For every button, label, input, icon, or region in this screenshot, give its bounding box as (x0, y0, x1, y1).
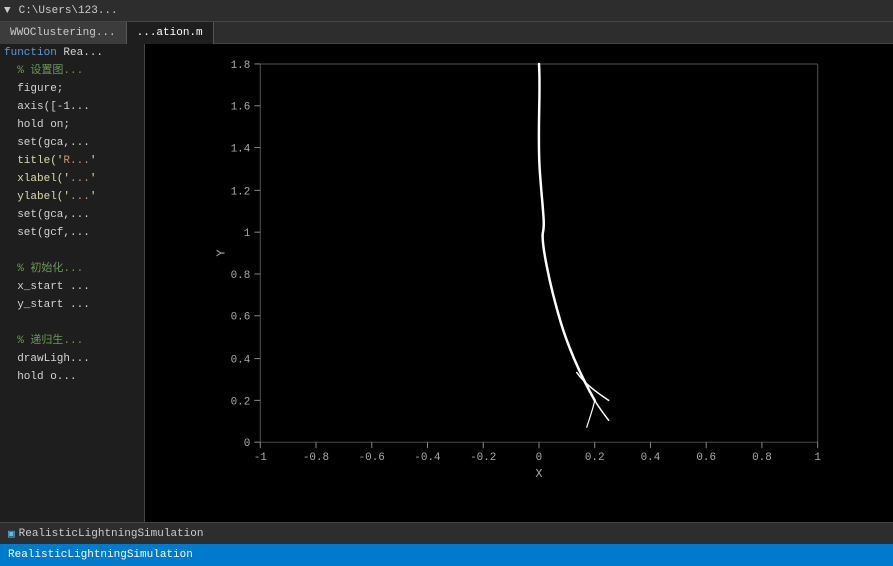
code-line-11: % 初始化... (0, 260, 144, 278)
svg-text:-0.6: -0.6 (359, 452, 385, 464)
svg-text:0.2: 0.2 (585, 452, 605, 464)
function-bar-label: ▣ (8, 527, 15, 541)
svg-text:0.8: 0.8 (231, 270, 251, 282)
main-area: function Rea... % 设置图... figure; axis([-… (0, 44, 893, 522)
svg-text:X: X (535, 467, 542, 481)
menu-icon[interactable]: ▼ (4, 5, 11, 17)
function-bar-text: RealisticLightningSimulation (19, 528, 204, 540)
svg-text:1.4: 1.4 (231, 144, 251, 156)
plot-panel: -1 -0.8 -0.6 -0.4 -0.2 0 0.2 0.4 0.6 0.8… (145, 44, 893, 522)
svg-text:-0.4: -0.4 (414, 452, 441, 464)
svg-text:1.2: 1.2 (231, 186, 251, 198)
svg-text:0.8: 0.8 (752, 452, 772, 464)
code-line-16: hold o... (0, 368, 144, 386)
svg-text:0.2: 0.2 (231, 396, 251, 408)
code-line-3: axis([-1... (0, 98, 144, 116)
code-line-blank2 (0, 314, 144, 332)
tab-animation[interactable]: ...ation.m (127, 22, 214, 44)
code-line-1: % 设置图... (0, 62, 144, 80)
tab-wwoclustering[interactable]: WWOClustering... (0, 22, 127, 44)
code-line-5: set(gca,... (0, 134, 144, 152)
svg-text:0: 0 (244, 438, 251, 450)
code-line-6: title('R...' (0, 152, 144, 170)
svg-text:1: 1 (814, 452, 821, 464)
function-bar: ▣ RealisticLightningSimulation (0, 522, 893, 544)
svg-text:1.8: 1.8 (231, 60, 251, 72)
tab-bar: WWOClustering... ...ation.m (0, 22, 893, 44)
code-line-13: y_start ... (0, 296, 144, 314)
code-line-function: function Rea... (0, 44, 144, 62)
code-line-4: hold on; (0, 116, 144, 134)
code-line-15: drawLigh... (0, 350, 144, 368)
svg-text:1: 1 (244, 228, 251, 240)
svg-text:0.4: 0.4 (231, 355, 251, 367)
status-text: RealisticLightningSimulation (8, 549, 193, 561)
svg-text:1.6: 1.6 (231, 102, 251, 114)
code-line-2: figure; (0, 80, 144, 98)
top-toolbar: ▼ C:\Users\123... (0, 0, 893, 22)
svg-text:0.6: 0.6 (231, 312, 251, 324)
code-line-blank1 (0, 242, 144, 260)
svg-text:-0.8: -0.8 (303, 452, 329, 464)
status-bar: RealisticLightningSimulation (0, 544, 893, 566)
toolbar-path: C:\Users\123... (19, 5, 118, 17)
svg-text:Y: Y (214, 249, 228, 256)
code-line-12: x_start ... (0, 278, 144, 296)
svg-text:0: 0 (536, 452, 543, 464)
svg-text:0.4: 0.4 (641, 452, 661, 464)
code-line-8: ylabel('...' (0, 188, 144, 206)
code-panel: function Rea... % 设置图... figure; axis([-… (0, 44, 145, 522)
code-line-9: set(gca,... (0, 206, 144, 224)
svg-text:-1: -1 (254, 452, 268, 464)
svg-text:-0.2: -0.2 (470, 452, 496, 464)
code-line-7: xlabel('...' (0, 170, 144, 188)
chart-svg: -1 -0.8 -0.6 -0.4 -0.2 0 0.2 0.4 0.6 0.8… (185, 54, 883, 482)
code-line-10: set(gcf,... (0, 224, 144, 242)
code-line-14: % 递归生... (0, 332, 144, 350)
svg-text:0.6: 0.6 (696, 452, 716, 464)
